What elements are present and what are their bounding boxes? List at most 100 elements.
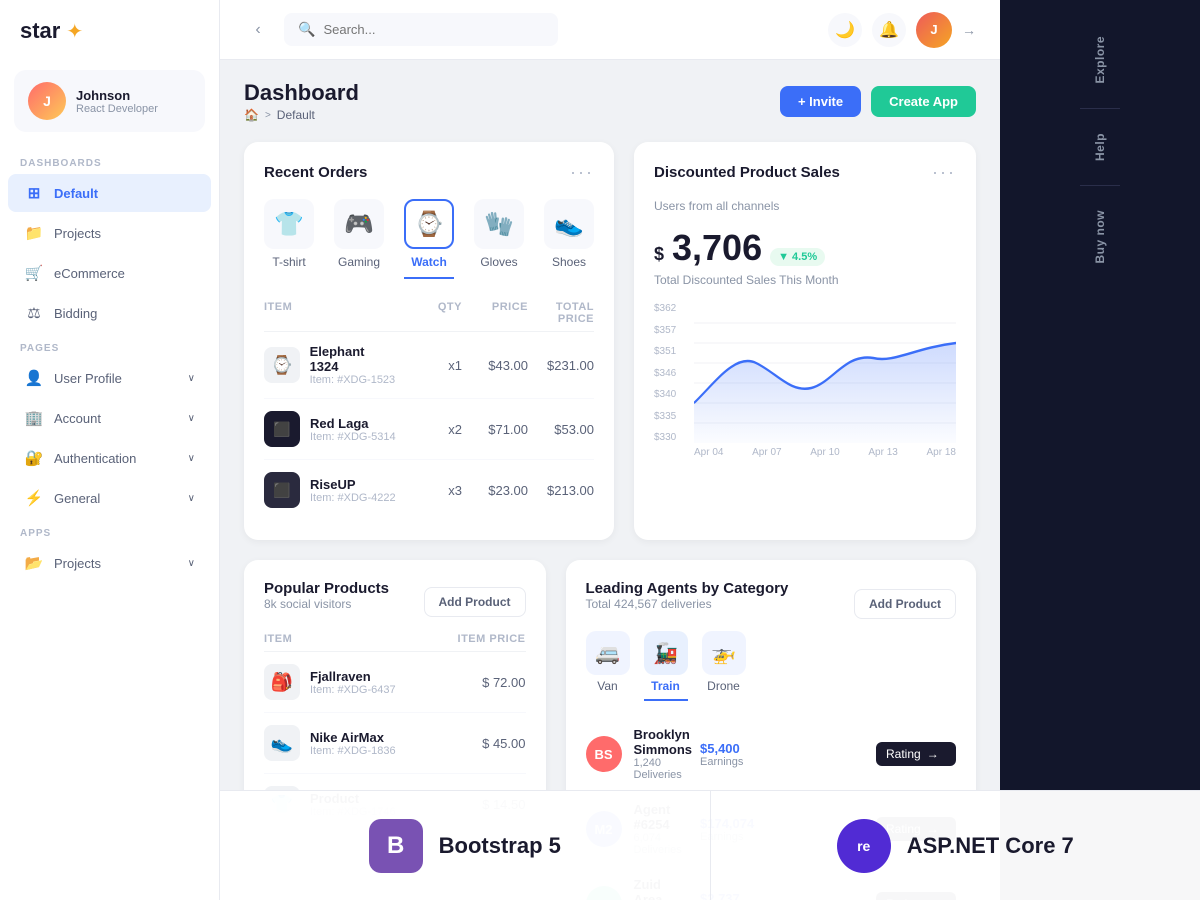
invite-button[interactable]: + Invite <box>780 86 861 117</box>
leading-agents-title: Leading Agents by Category <box>586 580 789 597</box>
tab-tshirt-label: T-shirt <box>272 255 305 269</box>
order-total: $213.00 <box>528 483 594 498</box>
more-options-icon[interactable]: ··· <box>570 162 594 183</box>
tab-train-label: Train <box>651 679 680 693</box>
breadcrumb-home-icon: 🏠 <box>244 108 259 122</box>
chart-x-label: Apr 04 <box>694 447 723 458</box>
topbar-avatar[interactable]: J <box>916 12 952 48</box>
discount-badge: ▼ 4.5% <box>770 248 825 266</box>
tab-shoes[interactable]: 👟 Shoes <box>544 199 594 279</box>
panel-divider <box>1080 185 1120 186</box>
header-buttons: + Invite Create App <box>780 86 976 117</box>
user-profile-card[interactable]: J Johnson React Developer <box>14 70 205 132</box>
overlay-bar: B Bootstrap 5 re ASP.NET Core 7 <box>220 790 1200 900</box>
right-panel: Explore Help Buy now <box>1000 0 1200 900</box>
leading-agents-header: Leading Agents by Category Total 424,567… <box>586 580 957 627</box>
page-header: Dashboard 🏠 > Default + Invite Create Ap… <box>244 80 976 122</box>
gaming-icon: 🎮 <box>334 199 384 249</box>
sidebar-item-bidding[interactable]: ⚖ Bidding <box>8 294 211 332</box>
discount-value-display: $ 3,706 ▼ 4.5% <box>654 227 956 269</box>
discounted-sales-card: Discounted Product Sales ··· Users from … <box>634 142 976 540</box>
sidebar-item-general[interactable]: ⚡ General ∨ <box>8 479 211 517</box>
tab-train[interactable]: 🚂 Train <box>644 631 688 701</box>
agents-add-product-button[interactable]: Add Product <box>854 589 956 619</box>
chevron-down-icon: ∨ <box>188 453 195 464</box>
tab-watch[interactable]: ⌚ Watch <box>404 199 454 279</box>
more-options-icon[interactable]: ··· <box>932 162 956 183</box>
topbar-arrow-icon[interactable]: → <box>962 22 976 38</box>
order-item-details: Elephant 1324 Item: #XDG-1523 <box>310 344 396 386</box>
sidebar-item-default[interactable]: ⊞ Default <box>8 174 211 212</box>
product-info: 🎒 Fjallraven Item: #XDG-6437 <box>264 664 438 700</box>
sidebar: star ✦ J Johnson React Developer DASHBOA… <box>0 0 220 900</box>
product-image: ⬛ <box>264 472 300 508</box>
tab-drone[interactable]: 🚁 Drone <box>702 631 746 701</box>
search-input[interactable] <box>323 22 544 37</box>
topbar-actions: 🌙 🔔 J → <box>828 12 976 48</box>
order-total: $53.00 <box>528 422 594 437</box>
user-role: React Developer <box>76 103 158 115</box>
aspnet-item: re ASP.NET Core 7 <box>711 791 1200 900</box>
logo-star: ✦ <box>66 19 83 44</box>
drone-icon: 🚁 <box>702 631 746 675</box>
apps-section-label: APPS <box>0 518 219 543</box>
discounted-sales-title: Discounted Product Sales <box>654 164 840 181</box>
shoes-icon: 👟 <box>544 199 594 249</box>
col-qty: QTY <box>396 301 462 325</box>
lightning-icon: ⚡ <box>24 488 44 508</box>
search-box: 🔍 <box>284 13 558 46</box>
sidebar-item-label: Account <box>54 411 101 426</box>
theme-toggle-button[interactable]: 🌙 <box>828 13 862 47</box>
order-item-details: RiseUP Item: #XDG-4222 <box>310 477 396 504</box>
product-image: 👟 <box>264 725 300 761</box>
product-details: Fjallraven Item: #XDG-6437 <box>310 669 396 696</box>
recent-orders-card: Recent Orders ··· 👕 T-shirt 🎮 Gaming ⌚ W… <box>244 142 614 540</box>
user-icon: 👤 <box>24 368 44 388</box>
sidebar-item-user-profile[interactable]: 👤 User Profile ∨ <box>8 359 211 397</box>
van-icon: 🚐 <box>586 631 630 675</box>
chart-y-axis: $362 $357 $351 $346 $340 $335 $330 <box>654 303 676 443</box>
chart-svg-container <box>694 303 956 443</box>
agent-rating-button[interactable]: Rating → <box>876 742 956 766</box>
create-app-button[interactable]: Create App <box>871 86 976 117</box>
chart-y-label: $357 <box>654 325 676 336</box>
tab-gaming[interactable]: 🎮 Gaming <box>334 199 384 279</box>
agent-earnings-label: Earnings <box>700 756 780 768</box>
sidebar-item-projects[interactable]: 📁 Projects <box>8 214 211 252</box>
order-item-sku: Item: #XDG-1523 <box>310 374 396 386</box>
order-category-tabs: 👕 T-shirt 🎮 Gaming ⌚ Watch 🧤 Gloves <box>264 199 594 279</box>
sidebar-item-apps-projects[interactable]: 📂 Projects ∨ <box>8 544 211 582</box>
sidebar-item-ecommerce[interactable]: 🛒 eCommerce <box>8 254 211 292</box>
order-row: ⬛ Red Laga Item: #XDG-5314 x2 $71.00 $53… <box>264 399 594 460</box>
order-item-name: Red Laga <box>310 416 396 431</box>
product-info: 👟 Nike AirMax Item: #XDG-1836 <box>264 725 438 761</box>
notification-button[interactable]: 🔔 <box>872 13 906 47</box>
tab-gloves[interactable]: 🧤 Gloves <box>474 199 524 279</box>
chart-y-label: $335 <box>654 411 676 422</box>
product-row: 👟 Nike AirMax Item: #XDG-1836 $ 45.00 <box>264 713 526 774</box>
explore-button[interactable]: Explore <box>1083 20 1117 100</box>
currency-symbol: $ <box>654 244 664 265</box>
agent-row: BS Brooklyn Simmons 1,240 Deliveries $5,… <box>586 717 957 792</box>
product-image: 🎒 <box>264 664 300 700</box>
breadcrumb-current: Default <box>277 108 315 122</box>
main-area: ‹ 🔍 🌙 🔔 J → Dashboard 🏠 > Default <box>220 0 1000 900</box>
col-item: ITEM <box>264 633 438 645</box>
buy-now-button[interactable]: Buy now <box>1083 194 1117 280</box>
product-details: Nike AirMax Item: #XDG-1836 <box>310 730 396 757</box>
sidebar-item-authentication[interactable]: 🔐 Authentication ∨ <box>8 439 211 477</box>
breadcrumb: 🏠 > Default <box>244 108 359 122</box>
order-table: ITEM QTY PRICE TOTAL PRICE ⌚ Elephant 13… <box>264 295 594 520</box>
chevron-down-icon: ∨ <box>188 413 195 424</box>
content-area: Dashboard 🏠 > Default + Invite Create Ap… <box>220 60 1000 900</box>
collapse-button[interactable]: ‹ <box>244 16 272 44</box>
sidebar-item-account[interactable]: 🏢 Account ∨ <box>8 399 211 437</box>
help-button[interactable]: Help <box>1083 117 1117 177</box>
add-product-button[interactable]: Add Product <box>424 587 526 617</box>
breadcrumb-separator: > <box>265 110 271 121</box>
user-name: Johnson <box>76 88 158 103</box>
order-item-info: ⬛ Red Laga Item: #XDG-5314 <box>264 411 396 447</box>
chart-y-label: $351 <box>654 346 676 357</box>
tab-tshirt[interactable]: 👕 T-shirt <box>264 199 314 279</box>
tab-van[interactable]: 🚐 Van <box>586 631 630 701</box>
